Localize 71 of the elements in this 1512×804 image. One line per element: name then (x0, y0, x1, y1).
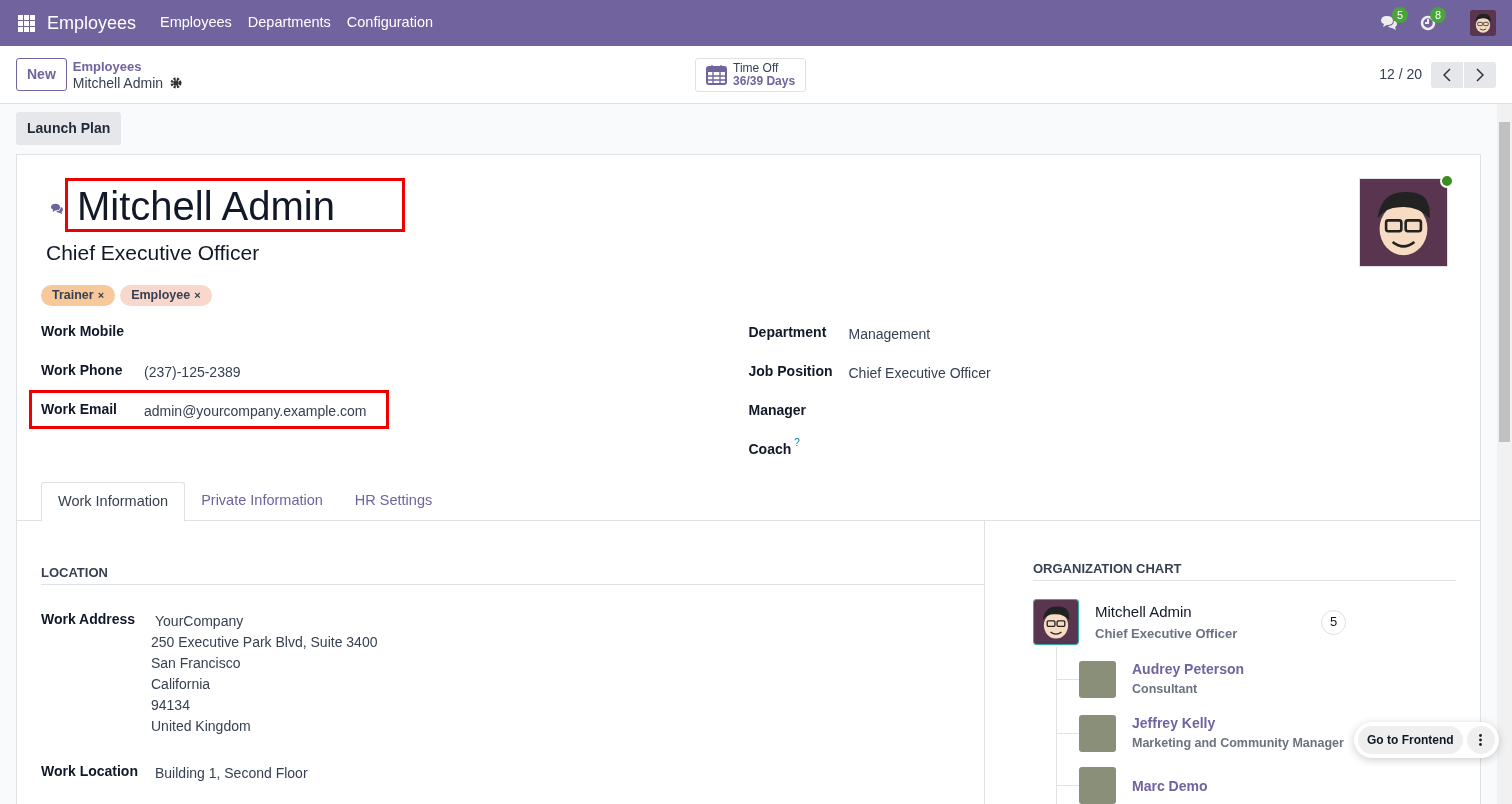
field-label: Manager (748, 400, 807, 420)
time-off-button[interactable]: Time Off 36/39 Days (695, 57, 807, 92)
message-count-badge: 5 (1392, 7, 1409, 23)
field-value[interactable]: YourCompany (155, 611, 378, 632)
apps-menu-icon[interactable] (18, 14, 35, 32)
chevron-right-icon (1476, 67, 1484, 82)
tag-chip[interactable]: Employee × (120, 284, 212, 306)
chevron-left-icon (1443, 67, 1451, 82)
previous-button[interactable] (1431, 61, 1463, 88)
photo-placeholder (1079, 660, 1116, 698)
employee-job: Marketing and Community Manager (1132, 735, 1344, 752)
launch-plan-button[interactable]: Launch Plan (16, 112, 122, 145)
section-heading: LOCATION (41, 562, 985, 585)
field-value[interactable]: Building 1, Second Floor (155, 763, 308, 784)
breadcrumb-current: Mitchell Admin (72, 74, 164, 91)
activity-count-badge: 8 (1430, 7, 1447, 23)
chat-icon[interactable] (1380, 15, 1398, 31)
field-value[interactable]: Management (848, 323, 931, 345)
kebab-menu-icon (1479, 734, 1483, 746)
pager-value: 12 / 20 (1379, 65, 1422, 84)
address-line: San Francisco (151, 654, 242, 673)
time-off-value: 36/39 Days (733, 74, 796, 88)
employee-name[interactable]: Mitchell Admin (1095, 601, 1321, 624)
field-value[interactable]: Chief Executive Officer (848, 362, 991, 384)
field-value[interactable]: (237)-125-2389 (144, 361, 241, 383)
next-button[interactable] (1464, 61, 1496, 88)
field-label: Work Address (41, 610, 137, 629)
employee-job: Chief Executive Officer (1095, 624, 1239, 643)
manager-avatar (1033, 599, 1079, 645)
new-button[interactable]: New (16, 58, 67, 91)
calendar-icon (706, 64, 728, 85)
field-label: Job Position (748, 361, 833, 381)
clock-icon[interactable] (1420, 15, 1436, 31)
section-heading: ORGANIZATION CHART (1033, 558, 1456, 581)
help-tooltip-mark[interactable]: ? (794, 436, 800, 449)
nav-menu-item[interactable]: Employees (152, 0, 240, 46)
go-to-frontend-button[interactable]: Go to Frontend (1358, 726, 1463, 754)
field-label: Work Mobile (41, 321, 125, 341)
address-line: United Kingdom (151, 717, 252, 736)
field-label: Work Email (41, 399, 118, 419)
settings-icon[interactable] (170, 76, 183, 89)
nav-menu-item[interactable]: Departments (239, 0, 339, 46)
photo-placeholder (1079, 767, 1116, 804)
user-avatar (1470, 10, 1496, 36)
address-line: 250 Executive Park Blvd, Suite 3400 (151, 633, 378, 652)
address-line: 94134 (151, 696, 191, 715)
tag-chip[interactable]: Trainer × (41, 284, 116, 306)
remove-tag-button[interactable]: × (97, 286, 105, 304)
app-name[interactable]: Employees (47, 9, 137, 37)
notebook-tab[interactable]: Private Information (185, 481, 339, 521)
photo-placeholder (1079, 714, 1116, 752)
time-off-label: Time Off (733, 61, 780, 75)
field-label: Department (748, 322, 827, 342)
employee-link[interactable]: Jeffrey Kelly (1132, 713, 1344, 733)
field-label: Work Location (41, 762, 139, 781)
remove-tag-button[interactable]: × (194, 286, 201, 304)
breadcrumb-link[interactable]: Employees (72, 58, 183, 75)
employee-link[interactable]: Audrey Peterson (1132, 659, 1245, 679)
chat-icon[interactable] (50, 203, 64, 215)
field-label: Work Phone (41, 360, 124, 380)
nav-menu-item[interactable]: Configuration (338, 0, 442, 46)
field-value[interactable]: admin@yourcompany.example.com (144, 400, 367, 422)
employee-link[interactable]: Marc Demo (1132, 775, 1208, 796)
job-title[interactable]: Chief Executive Officer (46, 237, 1359, 269)
address-line: California (151, 675, 212, 694)
notebook-tab[interactable]: Work Information (41, 481, 186, 522)
employee-name[interactable]: Mitchell Admin (65, 178, 405, 232)
more-options-button[interactable] (1466, 726, 1495, 754)
employee-job: Consultant (1132, 681, 1199, 698)
field-label: Coach (748, 439, 792, 459)
notebook-tab[interactable]: HR Settings (338, 481, 449, 521)
